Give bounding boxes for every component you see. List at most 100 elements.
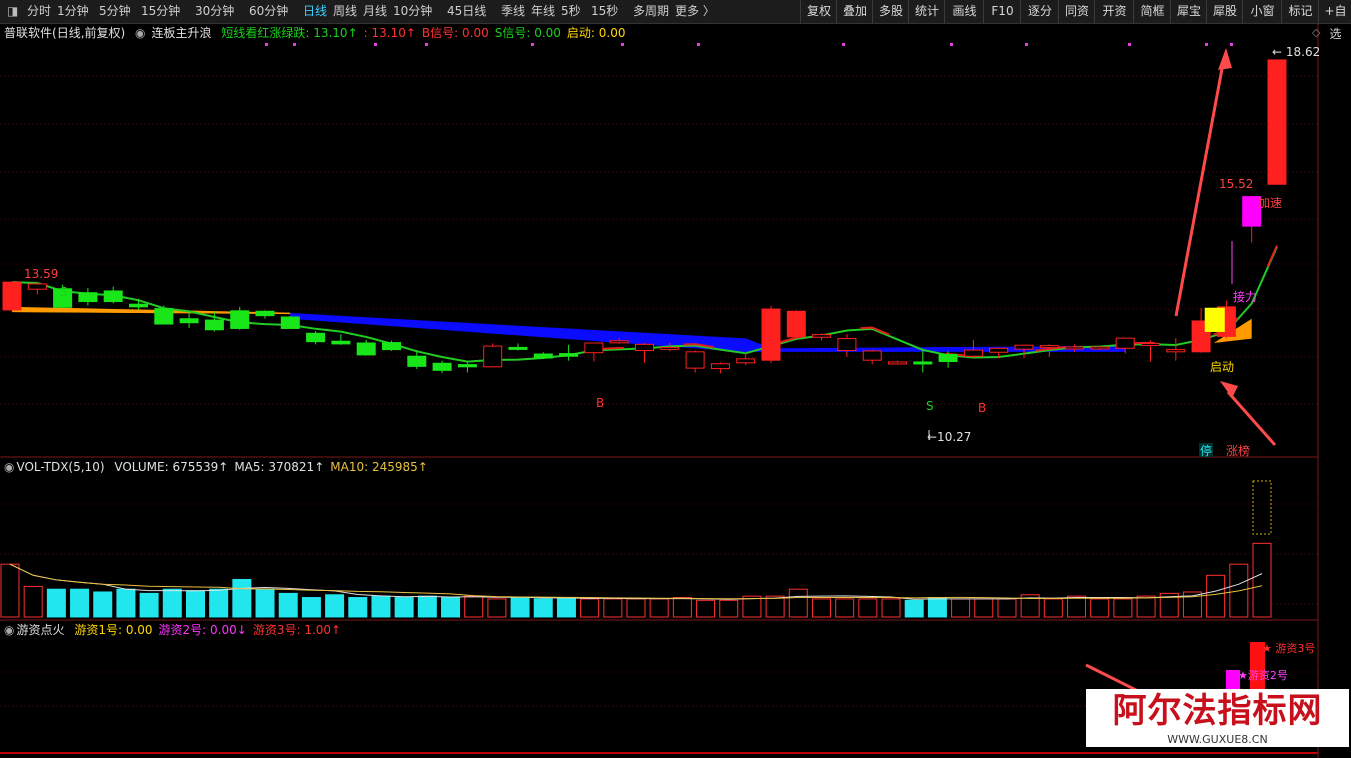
volume-bar-35	[811, 598, 831, 618]
volume-bar-15	[348, 597, 368, 618]
watermark-title: 阿尔法指标网	[1112, 691, 1323, 731]
collapse-icon[interactable]: ◉	[135, 26, 145, 40]
candle-body-35	[888, 361, 907, 365]
volume-bar-17	[394, 597, 414, 618]
signal-dot-7	[842, 43, 845, 46]
candle-body-16	[407, 355, 427, 367]
volume-bar-54	[1252, 542, 1272, 618]
candle-body-13	[331, 340, 351, 345]
volume-indicator-name[interactable]: VOL-TDX(5,10)	[16, 460, 104, 474]
volume-bar-8	[185, 590, 205, 618]
candle-body-0	[2, 281, 22, 311]
candle-body-38	[963, 349, 983, 357]
youzi-legend-1: 游资2号: 0.00↓	[158, 623, 247, 637]
volume-bar-31	[719, 599, 739, 618]
youzi-panel-header: ◉ 游资点火 游资1号: 0.00 游资2号: 0.00↓ 游资3号: 1.00↑	[0, 622, 353, 638]
candle-body-50	[1267, 59, 1287, 185]
volume-bar-22	[510, 597, 530, 618]
candle-body-41	[1039, 345, 1059, 349]
volume-forecast-box	[1252, 480, 1272, 535]
candle-body-26	[660, 346, 680, 350]
main-legend-2: B信号: 0.00	[421, 26, 489, 40]
main-legend-0: 短线看红涨绿跌: 13.10↑	[221, 26, 358, 40]
indicator-name[interactable]: 连板主升浪	[152, 26, 212, 40]
period-label: (日线,前复权)	[52, 26, 126, 40]
volume-bar-12	[278, 592, 298, 618]
volume-bar-26	[603, 598, 623, 618]
main-legend-1: : 13.10↑	[363, 26, 416, 40]
volume-bar-28	[649, 598, 669, 618]
volume-bar-25	[580, 598, 600, 618]
volume-bar-4	[93, 591, 113, 618]
volume-bar-21	[487, 598, 507, 618]
kline-chart[interactable]: ◇ ← 18.62 15.52 13.59 ←10.27 加速接力启动停 涨榜 S S B B ★ 游…	[0, 0, 1351, 758]
candle-body-10	[255, 310, 275, 317]
annotation-jiasu: 加速	[1258, 196, 1282, 210]
volume-bar-40	[927, 597, 947, 618]
candle-body-27	[685, 351, 705, 369]
candle-body-45	[1141, 342, 1160, 346]
volume-bar-37	[858, 598, 878, 618]
youzi2-label: ★游资2号	[1238, 669, 1288, 682]
candle-body-23	[584, 342, 604, 354]
signal-b-2: B	[978, 401, 986, 415]
candle-body-15	[382, 342, 401, 351]
volume-bar-47	[1090, 598, 1110, 618]
volume-bar-34	[788, 588, 808, 618]
volume-bar-3	[70, 588, 90, 618]
signal-dot-2	[374, 43, 377, 46]
volume-bar-14	[325, 594, 345, 618]
stock-name: 普联软件	[4, 26, 53, 40]
watermark-url: WWW.GUXUE8.CN	[1167, 733, 1268, 746]
signal-dot-5	[621, 43, 624, 46]
candle-body-7	[179, 318, 199, 324]
youzi-indicator-name[interactable]: 游资点火	[16, 623, 64, 637]
candle-body-25	[635, 343, 654, 351]
candle-body-36	[913, 361, 933, 365]
signal-b-1: B	[596, 396, 604, 410]
candle-body-29	[736, 358, 756, 364]
volume-bar-0	[0, 563, 20, 618]
collapse-icon[interactable]: ◉	[4, 460, 14, 474]
candle-body-28	[710, 363, 730, 370]
candle-body-4	[103, 290, 123, 303]
volume-legend-1: MA5: 370821↑	[234, 460, 325, 474]
volume-bar-49	[1136, 595, 1156, 618]
candle-body-5	[129, 303, 148, 308]
volume-bar-46	[1067, 595, 1087, 618]
price-label-high: ← 18.62	[1272, 45, 1320, 59]
volume-bar-9	[209, 588, 229, 618]
volume-bar-42	[974, 598, 994, 618]
volume-legend-0: VOLUME: 675539↑	[114, 460, 229, 474]
volume-bar-33	[765, 595, 785, 618]
arrow-qidong-head	[1220, 381, 1238, 398]
collapse-icon[interactable]: ◉	[4, 623, 14, 637]
candle-body-40	[1014, 344, 1034, 350]
volume-bar-39	[904, 599, 924, 618]
candle-body-17	[432, 362, 452, 371]
arrow-up-head	[1218, 48, 1232, 70]
candle-body-44	[1115, 337, 1135, 349]
candle-body-8	[204, 319, 224, 331]
volume-bar-2	[46, 588, 66, 618]
signal-dot-1	[293, 43, 296, 46]
volume-bar-13	[301, 597, 321, 618]
volume-bar-45	[1043, 598, 1063, 618]
candle-body-37	[938, 353, 958, 363]
arrow-qidong-line	[1226, 391, 1277, 446]
candle-body-32	[812, 334, 832, 338]
arrow-up-line	[1174, 57, 1226, 317]
volume-bar-10	[232, 578, 252, 618]
signal-dot-11	[1205, 43, 1208, 46]
volume-bar-20	[464, 595, 484, 618]
volume-bar-43	[997, 598, 1017, 618]
candle-body-31	[786, 310, 806, 338]
main-legend-3: S信号: 0.00	[494, 26, 561, 40]
candle-body-24	[609, 340, 629, 344]
signal-dot-9	[1025, 43, 1028, 46]
volume-bar-27	[626, 598, 646, 618]
price-label-low: ←10.27	[927, 430, 971, 444]
volume-bar-29	[672, 597, 692, 618]
candle-body-18	[457, 364, 477, 368]
candle-body-9	[230, 310, 250, 329]
